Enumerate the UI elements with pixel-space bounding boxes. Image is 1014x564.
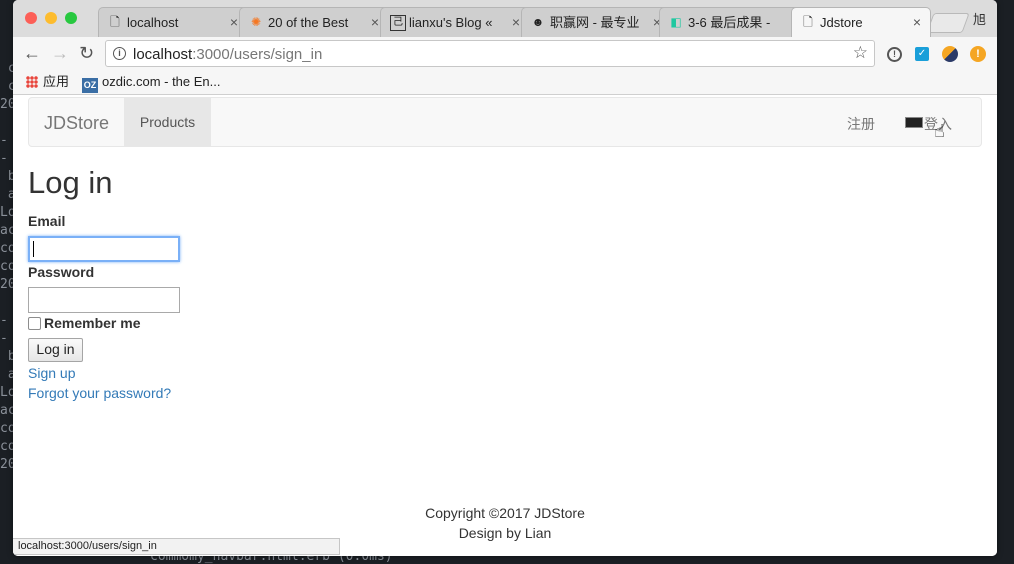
login-button[interactable]: Log in xyxy=(28,338,83,362)
page-icon: 🗋 xyxy=(110,15,120,29)
tab-blog[interactable]: ⼰ lianxu's Blog « × xyxy=(380,7,530,37)
green-logo-icon: ◧ xyxy=(670,15,682,29)
back-arrow-icon[interactable]: ← xyxy=(23,43,41,64)
bookmarks-bar: 应用 OZ ozdic.com - the En... xyxy=(13,71,997,95)
extension-sync-icon[interactable] xyxy=(942,46,958,62)
email-label: Email xyxy=(28,213,66,229)
page-icon: 🗋 xyxy=(803,15,813,29)
address-bar[interactable]: i localhost:3000/users/sign_in ☆ xyxy=(105,40,875,67)
tab-title: localhost xyxy=(127,15,179,30)
password-label: Password xyxy=(28,264,95,280)
tab-strip: 🗋 localhost × ✺ 20 of the Best × ⼰ lianx… xyxy=(13,0,997,37)
tab-close-icon[interactable]: × xyxy=(230,8,238,37)
site-navbar: JDStore Products 注册 登入 ☝ xyxy=(28,97,982,147)
url-path: :3000/users/sign_in xyxy=(192,46,323,63)
extension-check-icon[interactable]: ✓ xyxy=(915,47,929,61)
blog-icon: ⼰ xyxy=(390,15,406,31)
hubspot-icon: ✺ xyxy=(250,15,262,29)
tab-zhiying[interactable]: ☻ 职赢网 - 最专业 × xyxy=(521,7,671,37)
forgot-password-link[interactable]: Forgot your password? xyxy=(28,385,171,401)
bookmark-ozdic[interactable]: OZ ozdic.com - the En... xyxy=(82,74,221,93)
window-minimize-button[interactable] xyxy=(45,12,57,24)
tab-result[interactable]: ◧ 3-6 最后成果 - × xyxy=(659,7,809,37)
tab-title: Jdstore xyxy=(820,15,863,30)
apps-icon xyxy=(26,76,38,88)
nav-signup[interactable]: 注册 xyxy=(847,114,875,134)
nav-products[interactable]: Products xyxy=(124,98,211,146)
browser-window: 🗋 localhost × ✺ 20 of the Best × ⼰ lianx… xyxy=(13,0,997,556)
window-maximize-button[interactable] xyxy=(65,12,77,24)
tab-title: 3-6 最后成果 - xyxy=(688,15,771,30)
tab-title: 职赢网 - 最专业 xyxy=(550,15,640,30)
profile-button[interactable]: 旭 xyxy=(973,9,986,28)
hand-cursor-icon: ☝ xyxy=(934,121,945,141)
tab-hubspot[interactable]: ✺ 20 of the Best × xyxy=(239,7,389,37)
terminal-background-text: c c 20 - - by a Lo ac co co 20 - - by a … xyxy=(0,61,14,472)
sign-up-link[interactable]: Sign up xyxy=(28,365,75,381)
user-icon: ☻ xyxy=(531,15,545,29)
text-caret xyxy=(33,241,34,257)
tab-close-icon[interactable]: × xyxy=(371,8,379,37)
window-close-button[interactable] xyxy=(25,12,37,24)
remember-me-label[interactable]: Remember me xyxy=(44,315,141,331)
ozdic-icon: OZ xyxy=(82,78,98,93)
bookmark-apps[interactable]: 应用 xyxy=(26,74,69,90)
remember-me-checkbox[interactable] xyxy=(28,317,41,330)
browser-toolbar: ← → ↻ i localhost:3000/users/sign_in ☆ !… xyxy=(13,37,997,71)
tab-jdstore[interactable]: 🗋 Jdstore × xyxy=(791,7,931,37)
brand-link[interactable]: JDStore xyxy=(44,113,109,134)
tab-title: lianxu's Blog « xyxy=(409,15,493,30)
bookmark-label: ozdic.com - the En... xyxy=(102,74,221,89)
page-content: JDStore Products 注册 登入 ☝ Log in Email Pa… xyxy=(13,95,997,556)
login-icon xyxy=(905,117,923,128)
forward-arrow-icon[interactable]: → xyxy=(51,43,69,64)
extension-1password-icon[interactable]: ! xyxy=(887,47,902,62)
extension-alert-icon[interactable]: ! xyxy=(970,46,986,62)
info-icon[interactable]: i xyxy=(113,47,126,60)
url-host: localhost xyxy=(133,46,193,63)
tab-close-icon[interactable]: × xyxy=(512,8,520,37)
footer-copyright: Copyright ©2017 JDStore xyxy=(425,505,585,521)
bookmark-star-icon[interactable]: ☆ xyxy=(853,43,868,63)
tab-close-icon[interactable]: × xyxy=(913,8,921,37)
password-field[interactable] xyxy=(28,287,180,313)
bookmark-label: 应用 xyxy=(43,74,70,89)
status-bar: localhost:3000/users/sign_in xyxy=(13,538,340,555)
reload-icon[interactable]: ↻ xyxy=(79,43,94,64)
email-field[interactable] xyxy=(28,236,180,262)
address-text: localhost:3000/users/sign_in xyxy=(133,46,322,63)
new-tab-button[interactable] xyxy=(926,13,970,33)
tab-title: 20 of the Best xyxy=(268,15,349,30)
page-title: Log in xyxy=(28,165,113,200)
tab-localhost[interactable]: 🗋 localhost × xyxy=(98,7,248,37)
